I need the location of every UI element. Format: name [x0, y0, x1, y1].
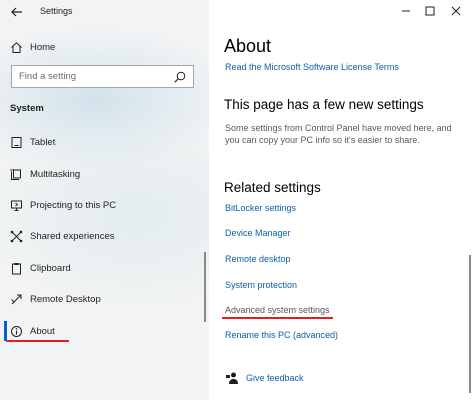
- search-icon[interactable]: [173, 70, 187, 84]
- sidebar-item-clipboard[interactable]: Clipboard: [0, 257, 209, 279]
- content-scrollbar[interactable]: [469, 255, 471, 393]
- new-settings-description: Some settings from Control Panel have mo…: [225, 123, 452, 145]
- title-bar: Settings: [0, 0, 209, 24]
- sidebar-scrollbar[interactable]: [204, 252, 206, 322]
- remote-desktop-icon: [9, 292, 23, 306]
- license-terms-link[interactable]: Read the Microsoft Software License Term…: [225, 62, 399, 72]
- sidebar-item-label: Tablet: [30, 136, 56, 148]
- shared-experiences-icon: [9, 229, 23, 243]
- give-feedback-link[interactable]: Give feedback: [246, 373, 304, 383]
- page-title: About: [224, 36, 272, 56]
- minimize-icon[interactable]: [399, 4, 413, 18]
- sidebar-item-tablet[interactable]: Tablet: [0, 131, 209, 153]
- highlight-underline: [222, 317, 333, 319]
- device-manager-link[interactable]: Device Manager: [225, 228, 291, 238]
- sidebar-item-home[interactable]: Home: [0, 36, 209, 58]
- sidebar-item-projecting[interactable]: Projecting to this PC: [0, 194, 209, 216]
- main-content: About Read the Microsoft Software Licens…: [209, 0, 474, 400]
- close-icon[interactable]: [449, 4, 463, 18]
- sidebar-item-label: About: [30, 325, 55, 337]
- sidebar-item-label: Remote Desktop: [30, 293, 101, 305]
- system-protection-link[interactable]: System protection: [225, 280, 297, 290]
- sidebar-item-multitasking[interactable]: Multitasking: [0, 163, 209, 185]
- sidebar-item-about[interactable]: About: [0, 320, 209, 342]
- remote-desktop-link[interactable]: Remote desktop: [225, 254, 291, 264]
- tablet-icon: [9, 135, 23, 149]
- section-label-system: System: [10, 103, 44, 114]
- sidebar-item-label: Projecting to this PC: [30, 199, 117, 211]
- search-input[interactable]: [12, 66, 162, 87]
- sidebar-item-remote-desktop[interactable]: Remote Desktop: [0, 288, 209, 310]
- sidebar-item-label: Shared experiences: [30, 230, 115, 242]
- new-settings-heading: This page has a few new settings: [224, 97, 424, 112]
- bitlocker-settings-link[interactable]: BitLocker settings: [225, 203, 296, 213]
- info-icon: [9, 324, 23, 338]
- back-arrow-icon[interactable]: [8, 3, 26, 21]
- projecting-icon: [9, 198, 23, 212]
- search-field[interactable]: [11, 65, 194, 88]
- related-settings-heading: Related settings: [224, 180, 321, 195]
- home-icon: [9, 40, 23, 54]
- sidebar-item-label: Home: [30, 41, 56, 53]
- window-title: Settings: [40, 6, 73, 16]
- highlight-underline: [6, 340, 69, 342]
- sidebar-item-label: Multitasking: [30, 168, 81, 180]
- sidebar-item-shared-experiences[interactable]: Shared experiences: [0, 225, 209, 247]
- clipboard-icon: [9, 261, 23, 275]
- maximize-icon[interactable]: [423, 4, 437, 18]
- rename-pc-link[interactable]: Rename this PC (advanced): [225, 330, 338, 340]
- multitasking-icon: [9, 167, 23, 181]
- sidebar-item-label: Clipboard: [30, 262, 71, 274]
- feedback-icon[interactable]: [225, 371, 239, 385]
- sidebar: Settings Home System Tablet Multitasking…: [0, 0, 209, 400]
- advanced-system-settings-link[interactable]: Advanced system settings: [225, 305, 330, 315]
